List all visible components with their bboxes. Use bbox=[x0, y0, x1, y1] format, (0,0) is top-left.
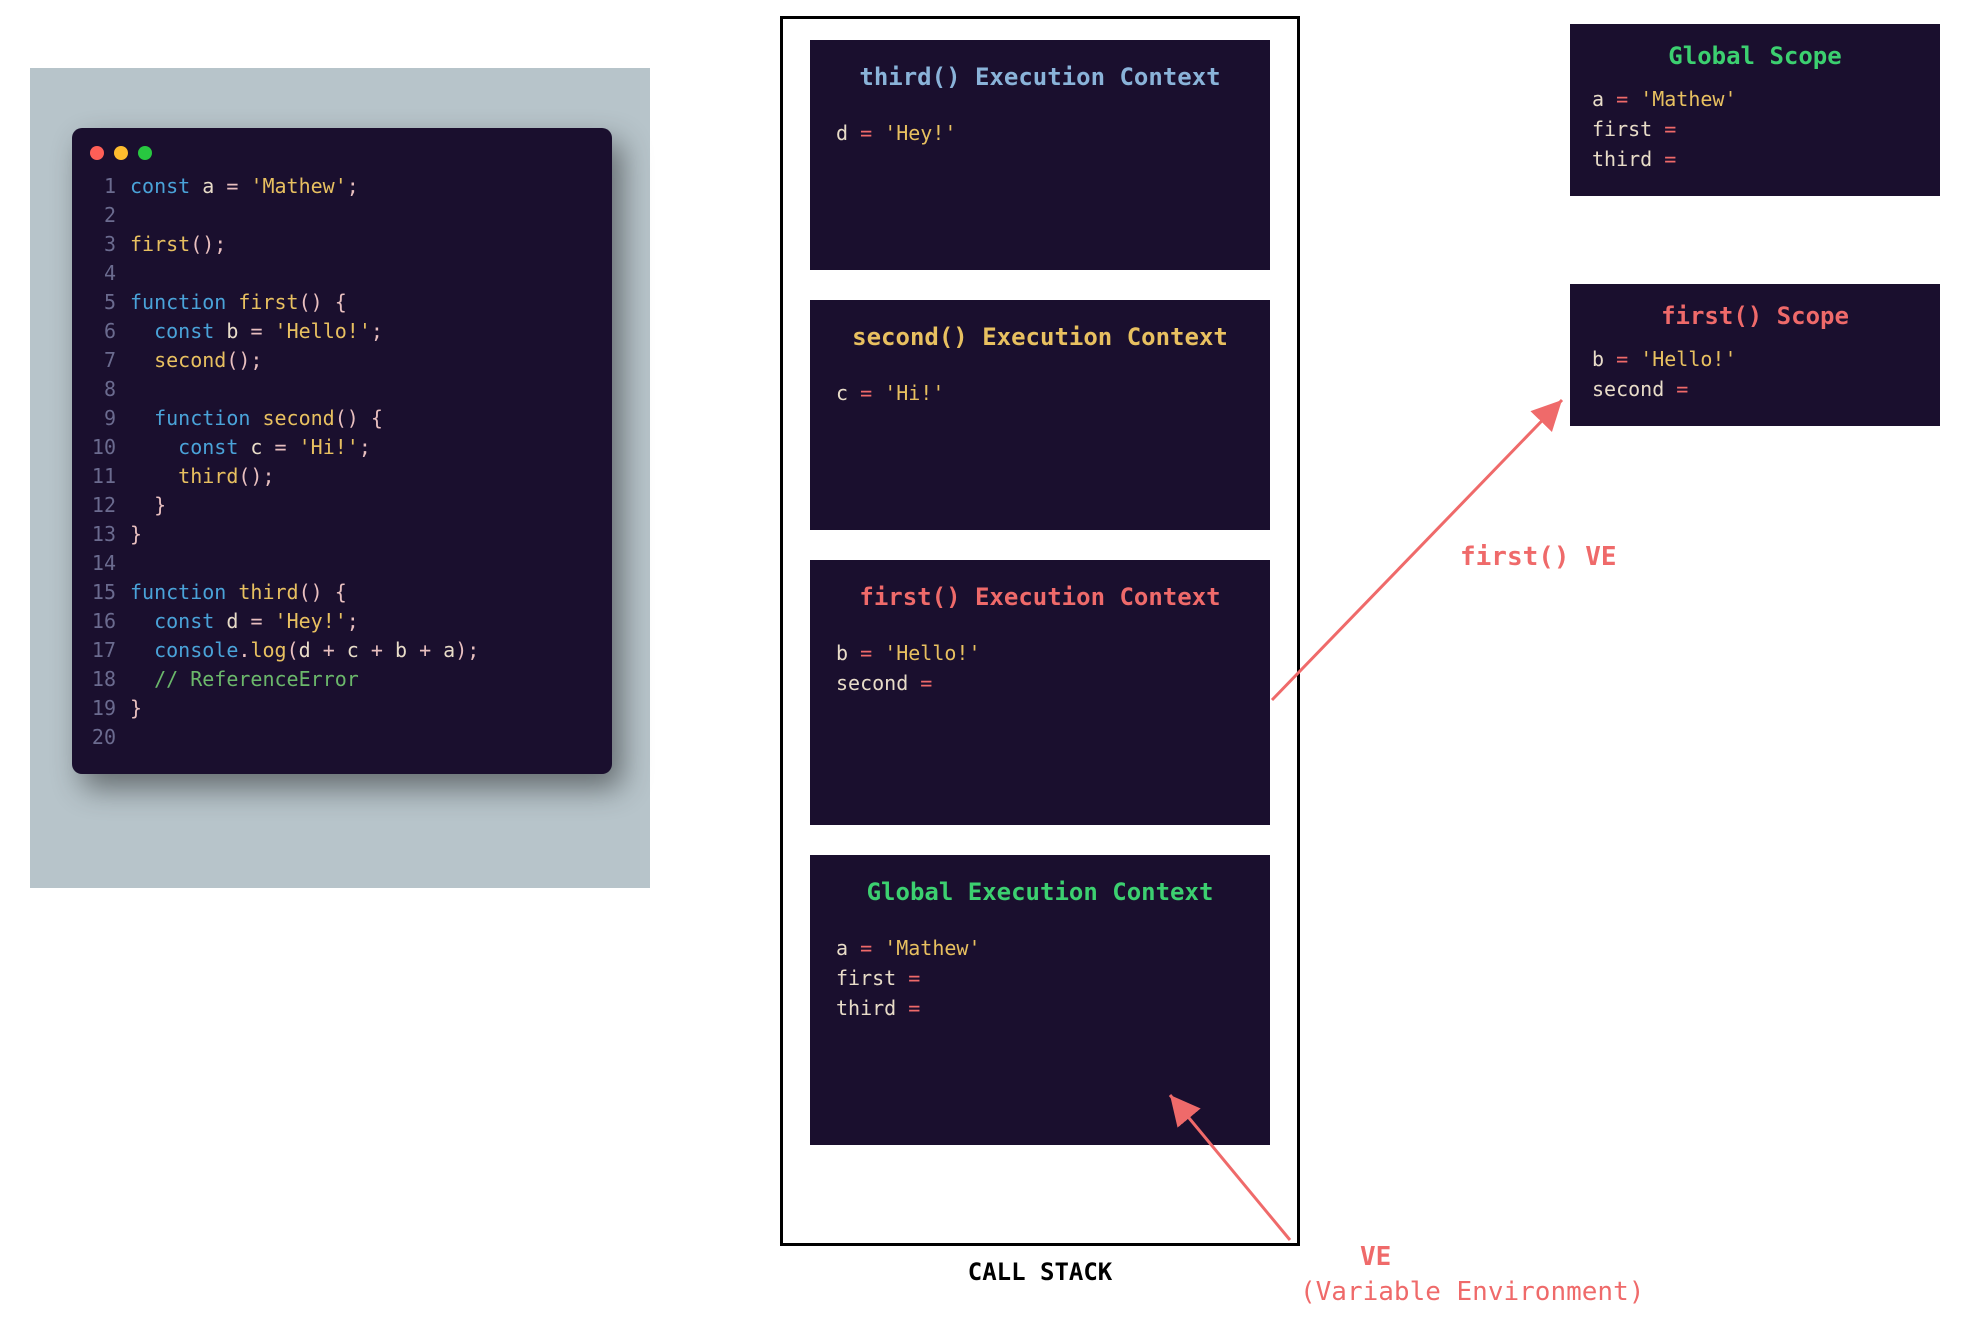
code-line: first(); bbox=[130, 230, 594, 259]
code-line: } bbox=[130, 694, 594, 723]
code-line: function second() { bbox=[130, 404, 594, 433]
window-minimize-icon bbox=[114, 146, 128, 160]
execution-context-title: third() Execution Context bbox=[836, 62, 1244, 92]
execution-context-title: second() Execution Context bbox=[836, 322, 1244, 352]
code-line-number: 10 bbox=[90, 433, 130, 462]
annotation-ve-label-2: (Variable Environment) bbox=[1300, 1277, 1644, 1307]
code-line: const d = 'Hey!'; bbox=[130, 607, 594, 636]
code-line bbox=[130, 723, 594, 752]
code-line bbox=[130, 259, 594, 288]
execution-context-second: second() Execution Context c = 'Hi!' bbox=[810, 300, 1270, 530]
scope-global: Global Scope a = 'Mathew'first = third = bbox=[1570, 24, 1940, 196]
variable-entry: d = 'Hey!' bbox=[836, 118, 1244, 148]
code-line-number: 12 bbox=[90, 491, 130, 520]
code-editor-window: 1const a = 'Mathew';2 3first();4 5functi… bbox=[72, 128, 612, 774]
code-line: const b = 'Hello!'; bbox=[130, 317, 594, 346]
window-zoom-icon bbox=[138, 146, 152, 160]
code-line-number: 19 bbox=[90, 694, 130, 723]
scope-title: first() Scope bbox=[1592, 302, 1918, 330]
window-titlebar bbox=[90, 142, 594, 172]
code-block: 1const a = 'Mathew';2 3first();4 5functi… bbox=[90, 172, 594, 752]
code-line-number: 4 bbox=[90, 259, 130, 288]
variable-entry: c = 'Hi!' bbox=[836, 378, 1244, 408]
code-line bbox=[130, 201, 594, 230]
variable-entry: second = bbox=[1592, 374, 1918, 404]
variable-entry: a = 'Mathew' bbox=[836, 933, 1244, 963]
code-line-number: 15 bbox=[90, 578, 130, 607]
code-line: third(); bbox=[130, 462, 594, 491]
code-line-number: 13 bbox=[90, 520, 130, 549]
variable-entry: first = bbox=[1592, 114, 1918, 144]
code-line-number: 6 bbox=[90, 317, 130, 346]
code-line-number: 14 bbox=[90, 549, 130, 578]
code-line-number: 9 bbox=[90, 404, 130, 433]
code-line-number: 16 bbox=[90, 607, 130, 636]
code-line: const c = 'Hi!'; bbox=[130, 433, 594, 462]
scope-title: Global Scope bbox=[1592, 42, 1918, 70]
call-stack-label: CALL STACK bbox=[780, 1258, 1300, 1286]
scope-first: first() Scope b = 'Hello!'second = bbox=[1570, 284, 1940, 426]
code-line-number: 11 bbox=[90, 462, 130, 491]
annotation-first-ve: first() VE bbox=[1460, 542, 1617, 572]
code-line: } bbox=[130, 491, 594, 520]
code-line: function third() { bbox=[130, 578, 594, 607]
annotation-ve-label-1: VE bbox=[1360, 1242, 1391, 1272]
variable-entry: b = 'Hello!' bbox=[836, 638, 1244, 668]
code-line bbox=[130, 549, 594, 578]
code-line: // ReferenceError bbox=[130, 665, 594, 694]
variable-entry: third = bbox=[836, 993, 1244, 1023]
variable-entry: first = bbox=[836, 963, 1244, 993]
code-line-number: 7 bbox=[90, 346, 130, 375]
execution-context-global: Global Execution Context a = 'Mathew'firs… bbox=[810, 855, 1270, 1145]
code-line: second(); bbox=[130, 346, 594, 375]
code-line-number: 18 bbox=[90, 665, 130, 694]
code-line-number: 2 bbox=[90, 201, 130, 230]
code-line: const a = 'Mathew'; bbox=[130, 172, 594, 201]
code-line-number: 1 bbox=[90, 172, 130, 201]
window-close-icon bbox=[90, 146, 104, 160]
code-line-number: 8 bbox=[90, 375, 130, 404]
code-line: } bbox=[130, 520, 594, 549]
execution-context-title: Global Execution Context bbox=[836, 877, 1244, 907]
code-line-number: 17 bbox=[90, 636, 130, 665]
code-line: function first() { bbox=[130, 288, 594, 317]
code-line: console.log(d + c + b + a); bbox=[130, 636, 594, 665]
code-line-number: 5 bbox=[90, 288, 130, 317]
code-line bbox=[130, 375, 594, 404]
execution-context-title: first() Execution Context bbox=[836, 582, 1244, 612]
variable-entry: second = bbox=[836, 668, 1244, 698]
code-line-number: 3 bbox=[90, 230, 130, 259]
variable-entry: b = 'Hello!' bbox=[1592, 344, 1918, 374]
code-line-number: 20 bbox=[90, 723, 130, 752]
variable-entry: third = bbox=[1592, 144, 1918, 174]
execution-context-third: third() Execution Context d = 'Hey!' bbox=[810, 40, 1270, 270]
execution-context-first: first() Execution Context b = 'Hello!'sec… bbox=[810, 560, 1270, 825]
variable-entry: a = 'Mathew' bbox=[1592, 84, 1918, 114]
